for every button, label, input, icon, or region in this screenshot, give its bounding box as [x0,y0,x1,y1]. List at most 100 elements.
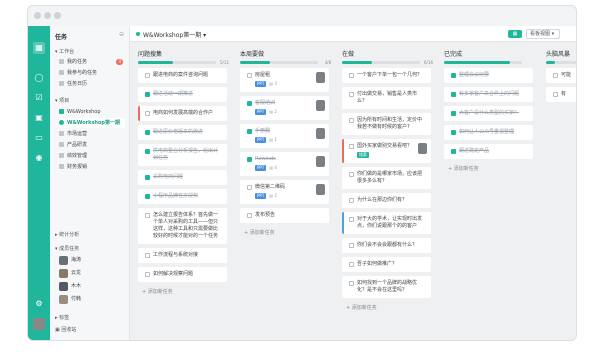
task-checkbox[interactable] [247,157,252,162]
task-card[interactable]: 付出做交易，销售是人类市么？ [342,87,431,109]
minimize-window-icon[interactable] [44,12,51,19]
sidebar-item-project-3[interactable]: 产品研发 [59,140,125,150]
column-title[interactable]: 已完成 [444,49,462,58]
task-checkbox[interactable] [349,118,354,123]
member-item[interactable]: 付韩 [59,294,125,305]
contacts-icon[interactable]: ◉ [33,152,45,164]
member-item[interactable]: 云龙 [59,268,125,279]
task-card[interactable]: 因为所有时间和生活，定价中我若不做有时候的客户? [342,113,431,135]
task-checkbox[interactable] [451,130,456,135]
task-card[interactable]: 工作流程与系统对接 [138,248,227,263]
task-checkbox[interactable] [145,130,150,135]
task-checkbox[interactable] [349,73,354,78]
task-checkbox[interactable] [451,111,456,116]
task-checkbox[interactable] [247,129,252,134]
task-card[interactable]: 大客户是什么类型的买家？ [444,106,533,121]
sidebar-item-project-1[interactable]: W&Workshop第一期 [59,118,125,128]
task-card[interactable]: 手册翻 PPT ▤ 1 [240,124,329,148]
task-card[interactable]: 微信第二维码 PPT ▤ 2 [240,180,329,204]
task-checkbox[interactable] [349,198,354,203]
column-title[interactable]: 本周要做 [240,49,264,58]
task-card[interactable]: 一个客户下单一包一个几何？ [342,68,431,83]
task-card[interactable]: 跟进确定产品 [444,144,533,159]
maximize-window-icon[interactable] [54,12,61,19]
sidebar-item-my-tasks[interactable]: 我的任务 4 [59,57,125,67]
task-checkbox[interactable] [553,73,558,78]
section-members[interactable]: ▾ 成员任务 [55,245,79,252]
calendar-icon[interactable]: ▣ [33,112,45,124]
task-card[interactable]: 跟进电商的案件咨询问题 [138,68,227,83]
add-task-button[interactable]: + 添加新任务 [138,286,228,297]
task-checkbox[interactable] [451,92,456,97]
task-card[interactable]: 跟进活动一期推进 [138,87,227,102]
task-card[interactable]: 国外买家做别交易看吧？ 搜索 [342,139,431,163]
sidebar-item-project-5[interactable]: 财务报销 [59,162,125,172]
task-card[interactable]: 对于大的学术，让实现时出发点，你们说跟那个的的客户 [342,212,431,234]
view-select[interactable]: 看板视图 ▾ [526,29,560,39]
task-card[interactable]: 有 [546,87,576,102]
sidebar-item-calendar[interactable]: 任务日历 [59,79,125,89]
task-card[interactable]: 采购电商问题 [138,170,227,185]
task-card[interactable]: 如何找到一个品牌的战略优化？是不会在这里吗？ [342,276,431,298]
task-checkbox[interactable] [145,175,150,180]
task-card[interactable]: 有多家客户来合作上的问题 [444,87,533,102]
task-checkbox[interactable] [145,73,150,78]
task-checkbox[interactable] [145,111,150,116]
task-icon[interactable]: ☑ [33,92,45,104]
task-checkbox[interactable] [145,149,150,154]
task-checkbox[interactable] [145,194,150,199]
task-card[interactable]: 你们会不会会跟都有什么？ [342,238,431,253]
task-checkbox[interactable] [451,149,456,154]
task-card[interactable]: 客服培训 PPT ▤ 2 [240,96,329,120]
close-window-icon[interactable] [34,12,41,19]
task-checkbox[interactable] [247,101,252,106]
task-checkbox[interactable] [247,185,252,190]
task-card[interactable]: 如何解决观察问题 [138,267,227,282]
task-checkbox[interactable] [349,243,354,248]
column-title[interactable]: 问题搜集 [138,49,162,58]
task-card[interactable]: 可能 [546,68,576,83]
section-stats[interactable]: ▸ 统计分析 [55,231,79,238]
member-item[interactable]: 海涛 [59,255,125,266]
task-card[interactable]: 房屋租 PPT ▤ 3 [240,68,329,92]
project-title[interactable]: W&Workshop第一期 ▾ [143,30,206,39]
user-avatar[interactable] [33,318,45,330]
task-card[interactable]: 跟进原价格版本的改进 [138,125,227,140]
section-projects[interactable]: ▾ 项目 [55,97,69,104]
task-card[interactable]: 如何让人公众号重视整理 [444,125,533,140]
task-card[interactable]: 整理会议纪要 [444,68,533,83]
sidebar-item-project-0[interactable]: W&Workshop [59,107,125,117]
task-card[interactable]: 电商如何发展高端的合作户 [138,106,227,121]
folder-icon[interactable]: ▭ [33,132,45,144]
archive-icon[interactable]: ⊖ [119,31,124,38]
sidebar-item-project-4[interactable]: 绩效管理 [59,151,125,161]
column-title[interactable]: 在做 [342,49,354,58]
add-task-button[interactable]: + 添加新任务 [240,227,330,238]
task-card[interactable]: 你们做的是哪家市场，应该把很多多么有？ [342,167,431,189]
apps-grid-icon[interactable]: ▦ [33,42,45,54]
board-view-toggle-button[interactable]: ▦ [508,30,522,38]
sidebar-item-trash[interactable]: ▣ 回收站 [55,326,76,333]
member-item[interactable]: 木木 [59,281,125,292]
add-task-button[interactable]: + 添加新任务 [342,302,432,313]
chat-icon[interactable]: ◯ [33,72,45,84]
task-checkbox[interactable] [349,262,354,267]
task-card[interactable]: 供电商整合分析报告，给出计划任务 [138,144,227,166]
task-checkbox[interactable] [553,92,558,97]
task-card[interactable]: 为什么在那边你们有？ [342,193,431,208]
column-title[interactable]: 头脑风暴 [546,49,570,58]
task-checkbox[interactable] [349,281,354,286]
task-checkbox[interactable] [349,92,354,97]
task-card[interactable]: 吾子如何做推广？ [342,257,431,272]
task-checkbox[interactable] [247,73,252,78]
task-card[interactable]: 小程序品牌官方授权 [138,189,227,204]
task-checkbox[interactable] [145,253,150,258]
task-checkbox[interactable] [145,272,150,277]
task-checkbox[interactable] [349,144,354,149]
task-checkbox[interactable] [145,213,150,218]
task-card[interactable]: 怎么建立报告体系？首先做一个单人对采购的工具——但只这样，这种工具和只需要做比较… [138,208,227,244]
add-task-button[interactable]: + 添加新任务 [444,163,534,174]
task-checkbox[interactable] [247,213,252,218]
settings-icon[interactable]: ⚙ [33,298,45,310]
task-card[interactable]: Rewinds PPT ▤ 4 [240,152,329,176]
